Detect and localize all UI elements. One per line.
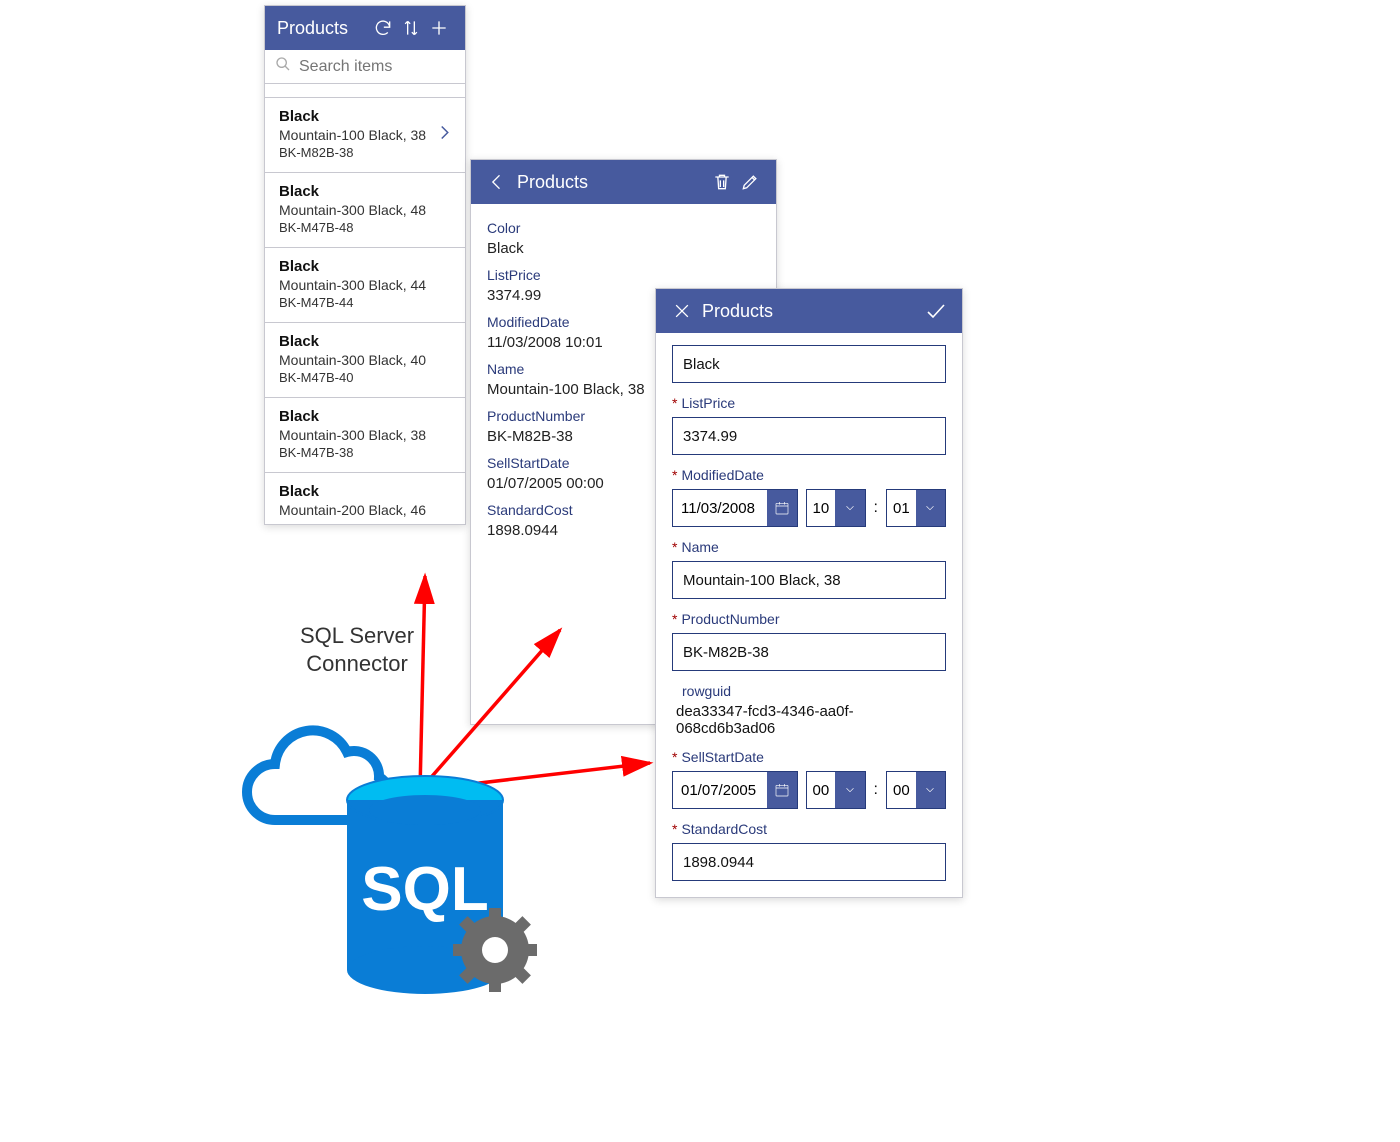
sql-database-icon: SQL <box>235 700 545 1010</box>
search-icon <box>275 56 291 77</box>
input-moddate-mm[interactable]: 01 <box>886 489 946 527</box>
edit-icon[interactable] <box>736 168 764 196</box>
search-input[interactable] <box>299 58 455 76</box>
edit-title: Products <box>702 301 922 322</box>
calendar-icon[interactable] <box>767 490 797 526</box>
confirm-icon[interactable] <box>922 297 950 325</box>
list-item-name: Mountain-300 Black, 40 <box>279 352 451 368</box>
chevron-down-icon[interactable] <box>916 772 945 808</box>
detail-title: Products <box>517 172 708 193</box>
list-item-name: Mountain-100 Black, 38 <box>279 127 451 143</box>
input-sellstart-mm[interactable]: 00 <box>886 771 946 809</box>
lbl-listprice-edit: *ListPrice <box>672 395 946 411</box>
chevron-down-icon[interactable] <box>835 490 864 526</box>
list-item-sku: BK-M82B-38 <box>279 145 451 160</box>
list-item-name: Mountain-300 Black, 44 <box>279 277 451 293</box>
list-item-color: Black <box>279 408 451 425</box>
lbl-listprice: ListPrice <box>487 267 760 283</box>
refresh-icon[interactable] <box>369 14 397 42</box>
lbl-sellstart-edit: *SellStartDate <box>672 749 946 765</box>
list-title: Products <box>277 18 369 39</box>
list-item-name: Mountain-200 Black, 46 <box>279 502 451 518</box>
svg-text:SQL: SQL <box>361 855 488 924</box>
lbl-stdcost-edit: *StandardCost <box>672 821 946 837</box>
lbl-rowguid: rowguid <box>682 683 946 699</box>
add-icon[interactable] <box>425 14 453 42</box>
list-item-color: Black <box>279 258 451 275</box>
val-rowguid: dea33347-fcd3-4346-aa0f-068cd6b3ad06 <box>676 703 946 737</box>
list-item[interactable]: Black Mountain-300 Black, 44 BK-M47B-44 <box>265 248 465 323</box>
list-item-sku: BK-M47B-40 <box>279 370 451 385</box>
input-moddate-date[interactable]: 11/03/2008 <box>672 489 798 527</box>
list-item-color: Black <box>279 483 451 500</box>
list-item-sku: BK-M47B-38 <box>279 445 451 460</box>
lbl-color: Color <box>487 220 760 236</box>
list-header: Products <box>265 6 465 50</box>
datetime-sellstart: 01/07/2005 00 : 00 <box>672 771 946 809</box>
input-sellstart-date[interactable]: 01/07/2005 <box>672 771 798 809</box>
search-row[interactable] <box>265 50 465 84</box>
back-icon[interactable] <box>483 168 511 196</box>
list-item-color: Black <box>279 183 451 200</box>
input-stdcost[interactable]: 1898.0944 <box>672 843 946 881</box>
edit-card: Products Black *ListPrice 3374.99 *Modif… <box>655 288 963 898</box>
list-card: Products Black Mountain-100 Black, 38 BK… <box>264 5 466 525</box>
list-item-sku: BK-M47B-44 <box>279 295 451 310</box>
edit-body: Black *ListPrice 3374.99 *ModifiedDate 1… <box>656 333 962 897</box>
list-item[interactable]: Black Mountain-300 Black, 48 BK-M47B-48 <box>265 173 465 248</box>
datetime-moddate: 11/03/2008 10 : 01 <box>672 489 946 527</box>
val-color: Black <box>487 240 760 257</box>
detail-header: Products <box>471 160 776 204</box>
sort-icon[interactable] <box>397 14 425 42</box>
input-prodnum[interactable]: BK-M82B-38 <box>672 633 946 671</box>
lbl-name-edit: *Name <box>672 539 946 555</box>
chevron-down-icon[interactable] <box>835 772 864 808</box>
close-icon[interactable] <box>668 297 696 325</box>
list-item[interactable]: Black Mountain-200 Black, 46 <box>265 473 465 524</box>
input-name[interactable]: Mountain-100 Black, 38 <box>672 561 946 599</box>
input-sellstart-hh[interactable]: 00 <box>806 771 866 809</box>
input-moddate-hh[interactable]: 10 <box>806 489 866 527</box>
chevron-right-icon <box>435 124 453 147</box>
list-item-name: Mountain-300 Black, 48 <box>279 202 451 218</box>
list-spacer <box>265 84 465 98</box>
lbl-prodnum-edit: *ProductNumber <box>672 611 946 627</box>
edit-header: Products <box>656 289 962 333</box>
input-listprice[interactable]: 3374.99 <box>672 417 946 455</box>
delete-icon[interactable] <box>708 168 736 196</box>
list-item[interactable]: Black Mountain-300 Black, 38 BK-M47B-38 <box>265 398 465 473</box>
calendar-icon[interactable] <box>767 772 797 808</box>
list-item-color: Black <box>279 108 451 125</box>
list-item[interactable]: Black Mountain-100 Black, 38 BK-M82B-38 <box>265 98 465 173</box>
input-color[interactable]: Black <box>672 345 946 383</box>
annotation-sql-connector: SQL Server Connector <box>300 622 414 677</box>
list-item-color: Black <box>279 333 451 350</box>
chevron-down-icon[interactable] <box>916 490 945 526</box>
list-item[interactable]: Black Mountain-300 Black, 40 BK-M47B-40 <box>265 323 465 398</box>
list-item-sku: BK-M47B-48 <box>279 220 451 235</box>
list-item-name: Mountain-300 Black, 38 <box>279 427 451 443</box>
lbl-moddate-edit: *ModifiedDate <box>672 467 946 483</box>
